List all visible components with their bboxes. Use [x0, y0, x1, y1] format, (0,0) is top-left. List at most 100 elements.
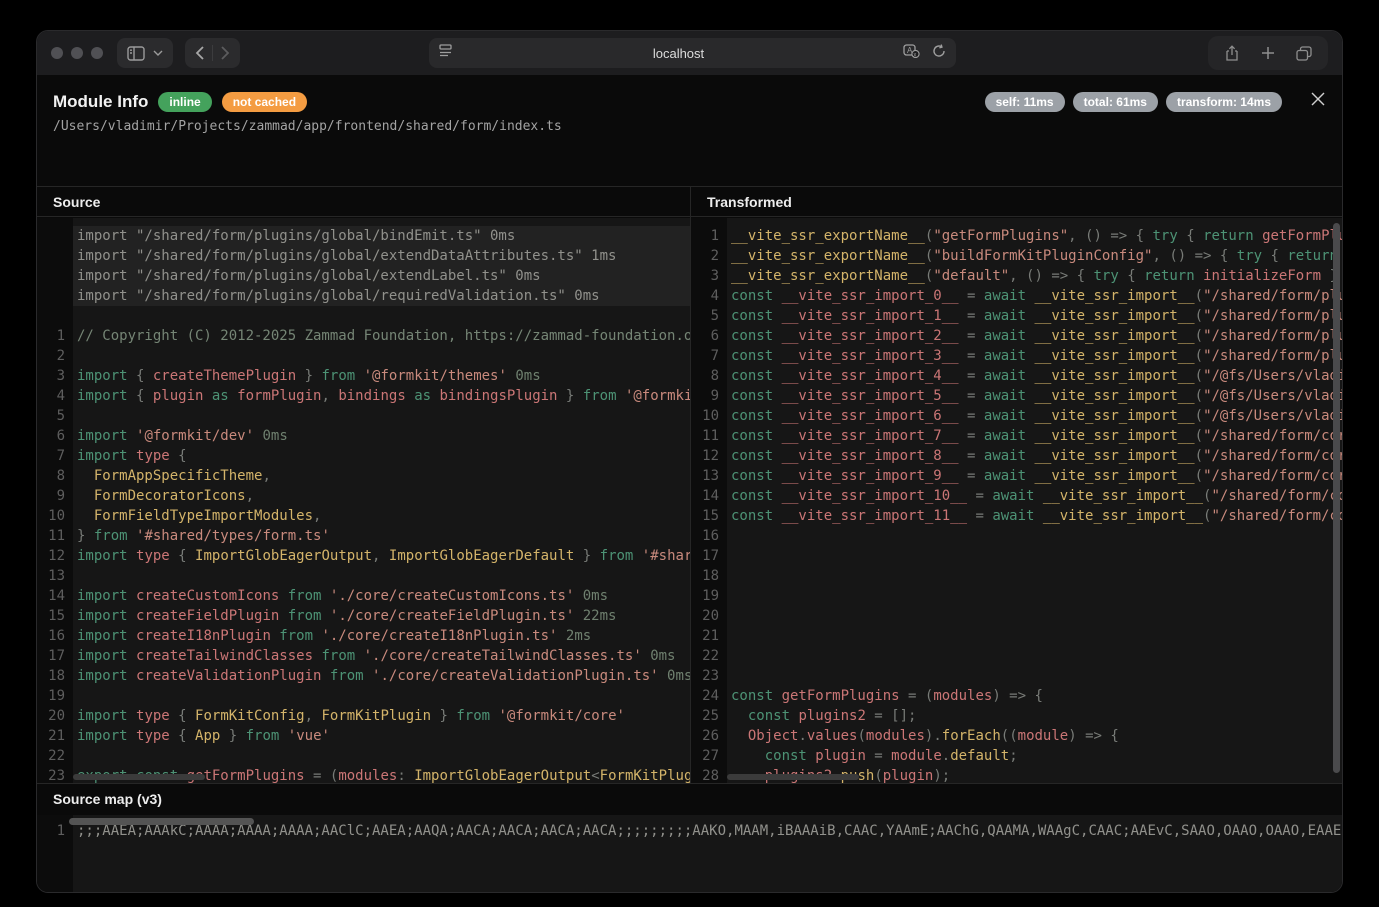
sourcemap-code[interactable]: 1;;;AAEA;AAAkC;AAAA;AAAA;AAAA;AAClC;AAEA…: [37, 815, 1342, 892]
line-number: 4: [37, 386, 65, 406]
line-number: 12: [691, 446, 719, 466]
line-number: 6: [691, 326, 719, 346]
line-number: 27: [691, 746, 719, 766]
code-line: 12const __vite_ssr_import_8__ = await __…: [691, 446, 1342, 466]
line-number: 7: [37, 446, 65, 466]
line-number: 11: [691, 426, 719, 446]
code-line: 1// Copyright (C) 2012-2025 Zammad Found…: [37, 326, 690, 346]
line-number: 12: [37, 546, 65, 566]
line-number: 17: [691, 546, 719, 566]
line-number: 22: [37, 746, 65, 766]
not-cached-badge: not cached: [222, 92, 307, 112]
code-line: 12import type { ImportGlobEagerOutput, I…: [37, 546, 690, 566]
timing-badges: self: 11ms total: 61ms transform: 14ms: [985, 92, 1282, 112]
line-number: 13: [37, 566, 65, 586]
code-line: 6import '@formkit/dev' 0ms: [37, 426, 690, 446]
line-number: 8: [691, 366, 719, 386]
line-number: 19: [691, 586, 719, 606]
translate-icon[interactable]: A x: [903, 44, 920, 63]
code-line: import "/shared/form/plugins/global/requ…: [37, 286, 690, 306]
code-line: 4const __vite_ssr_import_0__ = await __v…: [691, 286, 1342, 306]
code-line: 13const __vite_ssr_import_9__ = await __…: [691, 466, 1342, 486]
code-line: 15const __vite_ssr_import_11__ = await _…: [691, 506, 1342, 526]
code-line: [37, 306, 690, 326]
module-inspector-overlay: Module Info inline not cached self: 11ms…: [37, 75, 1342, 892]
line-number: 5: [37, 406, 65, 426]
module-info-header: Module Info inline not cached self: 11ms…: [37, 75, 1342, 112]
code-line: 19: [691, 586, 1342, 606]
code-line: 18: [691, 566, 1342, 586]
code-line: 10 FormFieldTypeImportModules,: [37, 506, 690, 526]
line-number: 18: [37, 666, 65, 686]
close-window-button[interactable]: [51, 47, 63, 59]
sourcemap-horizontal-scrollbar[interactable]: [69, 818, 254, 825]
forward-button[interactable]: [221, 46, 230, 60]
new-tab-button[interactable]: [1250, 36, 1286, 70]
toolbar-right-buttons: [1208, 36, 1328, 70]
code-line: 18import createValidationPlugin from './…: [37, 666, 690, 686]
source-code[interactable]: import "/shared/form/plugins/global/bind…: [37, 218, 690, 783]
code-line: 8 FormAppSpecificTheme,: [37, 466, 690, 486]
line-number: 26: [691, 726, 719, 746]
code-line: 25 const plugins2 = [];: [691, 706, 1342, 726]
code-line: 20: [691, 606, 1342, 626]
traffic-lights[interactable]: [51, 47, 103, 59]
line-number: 24: [691, 686, 719, 706]
code-line: 24const getFormPlugins = (modules) => {: [691, 686, 1342, 706]
zoom-window-button[interactable]: [91, 47, 103, 59]
line-number: 15: [691, 506, 719, 526]
transformed-code[interactable]: 1__vite_ssr_exportName__("getFormPlugins…: [691, 218, 1342, 783]
line-number: 6: [37, 426, 65, 446]
code-line: 14import createCustomIcons from './core/…: [37, 586, 690, 606]
transformed-vertical-scrollbar[interactable]: [1333, 223, 1340, 773]
address-bar[interactable]: localhost A x: [429, 38, 956, 68]
code-line: 2: [37, 346, 690, 366]
reload-icon[interactable]: [932, 44, 946, 63]
code-line: 11const __vite_ssr_import_7__ = await __…: [691, 426, 1342, 446]
source-horizontal-scrollbar[interactable]: [73, 774, 205, 780]
line-number: 10: [37, 506, 65, 526]
code-line: 23: [691, 666, 1342, 686]
code-line: import "/shared/form/plugins/global/exte…: [37, 266, 690, 286]
page-title: Module Info: [53, 92, 148, 112]
url-text[interactable]: localhost: [454, 46, 903, 61]
code-line: 15import createFieldPlugin from './core/…: [37, 606, 690, 626]
line-number: 8: [37, 466, 65, 486]
line-number: 10: [691, 406, 719, 426]
code-line: 5: [37, 406, 690, 426]
sidebar-button[interactable]: [117, 38, 173, 68]
browser-window: localhost A x: [36, 30, 1343, 893]
line-number: 20: [691, 606, 719, 626]
code-line: 3__vite_ssr_exportName__("default", () =…: [691, 266, 1342, 286]
line-number: 18: [691, 566, 719, 586]
back-button[interactable]: [195, 46, 204, 60]
transformed-horizontal-scrollbar[interactable]: [727, 774, 859, 780]
line-number: 16: [37, 626, 65, 646]
transformed-pane: Transformed 1__vite_ssr_exportName__("ge…: [691, 187, 1342, 783]
code-line: 16: [691, 526, 1342, 546]
share-button[interactable]: [1214, 36, 1250, 70]
code-line: 27 const plugin = module.default;: [691, 746, 1342, 766]
line-number: 23: [37, 766, 65, 783]
line-number: 14: [691, 486, 719, 506]
code-line: 21: [691, 626, 1342, 646]
line-number: 1: [37, 326, 65, 346]
line-number: 3: [37, 366, 65, 386]
line-number: 13: [691, 466, 719, 486]
code-line: 26 Object.values(modules).forEach((modul…: [691, 726, 1342, 746]
browser-toolbar: localhost A x: [37, 31, 1342, 75]
code-line: 21import type { App } from 'vue': [37, 726, 690, 746]
code-line: 22: [37, 746, 690, 766]
line-number: 21: [691, 626, 719, 646]
inline-badge: inline: [158, 92, 211, 112]
minimize-window-button[interactable]: [71, 47, 83, 59]
reader-icon[interactable]: [439, 44, 454, 62]
sidebar-icon: [127, 46, 145, 61]
code-line: 10const __vite_ssr_import_6__ = await __…: [691, 406, 1342, 426]
close-button[interactable]: [1310, 91, 1326, 112]
close-icon: [1310, 91, 1326, 112]
line-number: 2: [691, 246, 719, 266]
line-number: 1: [37, 821, 65, 841]
tabs-overview-button[interactable]: [1286, 36, 1322, 70]
code-line: 5const __vite_ssr_import_1__ = await __v…: [691, 306, 1342, 326]
